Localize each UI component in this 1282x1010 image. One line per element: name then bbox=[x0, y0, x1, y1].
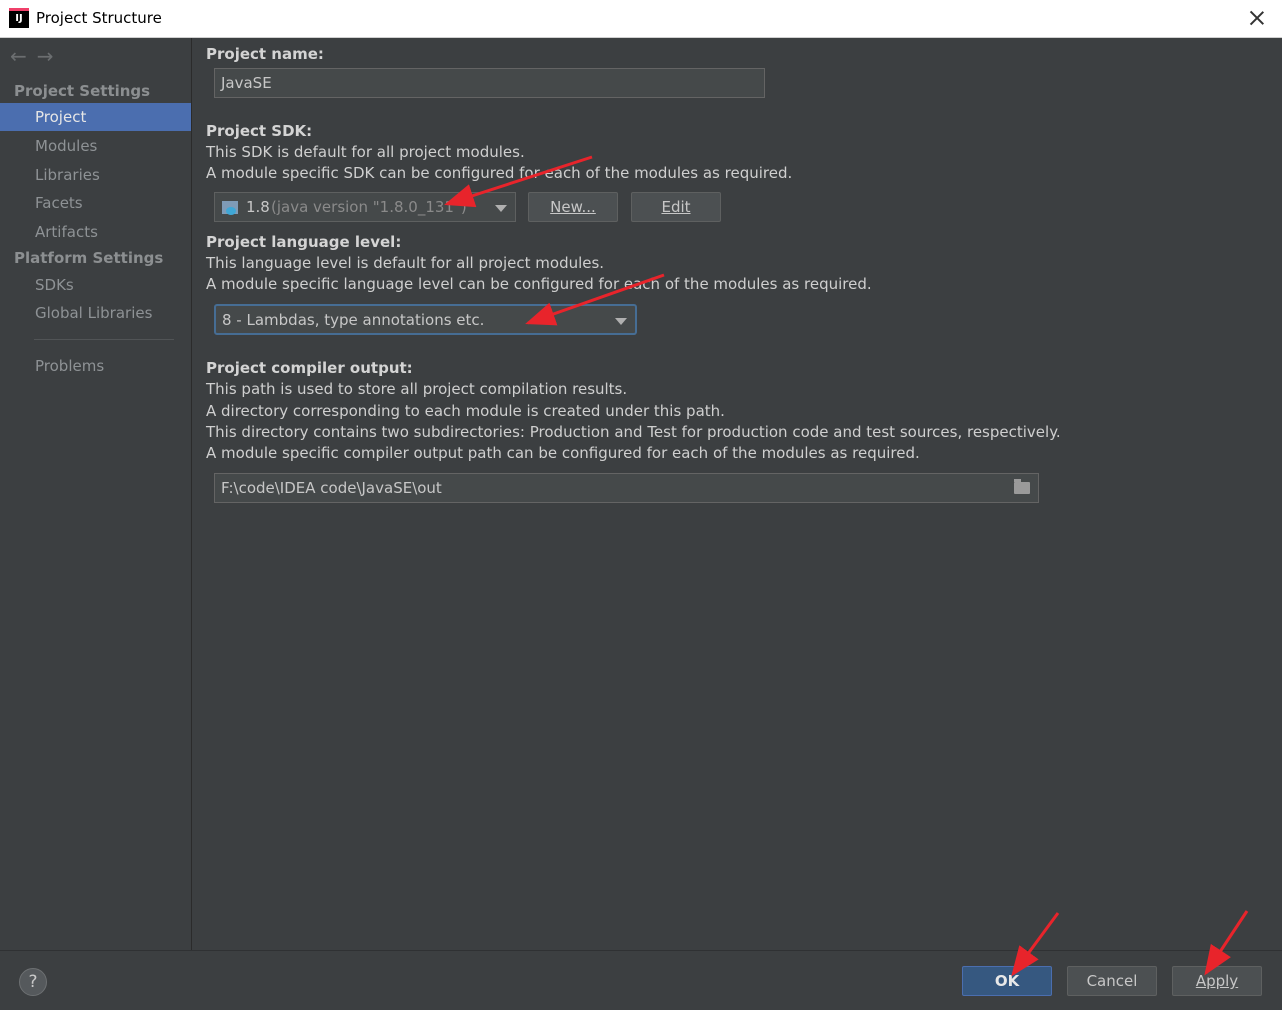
sidebar-item-project[interactable]: Project bbox=[0, 103, 191, 131]
back-arrow-icon[interactable]: ← bbox=[10, 44, 27, 68]
compiler-output-path: F:\code\IDEA code\JavaSE\out bbox=[221, 479, 442, 497]
output-description-1: This path is used to store all project c… bbox=[206, 380, 628, 398]
project-settings-panel: Project name: JavaSE Project SDK: This S… bbox=[193, 38, 1282, 950]
apply-button[interactable]: Apply bbox=[1172, 966, 1262, 996]
sidebar-item-modules[interactable]: Modules bbox=[0, 132, 191, 160]
project-name-input[interactable]: JavaSE bbox=[214, 68, 765, 98]
edit-button-label: Edit bbox=[661, 198, 691, 216]
nav-arrows: ← → bbox=[10, 44, 64, 68]
chevron-down-icon bbox=[615, 318, 627, 325]
sdk-new-button[interactable]: New... bbox=[528, 192, 618, 222]
cancel-button[interactable]: Cancel bbox=[1067, 966, 1157, 996]
chevron-down-icon bbox=[495, 205, 507, 212]
sidebar-item-sdks[interactable]: SDKs bbox=[0, 271, 191, 299]
folder-browse-icon[interactable] bbox=[1014, 479, 1030, 494]
sidebar: ← → Project Settings Project Modules Libr… bbox=[0, 38, 192, 950]
project-name-label: Project name: bbox=[206, 45, 324, 63]
compiler-output-path-input[interactable]: F:\code\IDEA code\JavaSE\out bbox=[214, 473, 1039, 503]
language-level-label: Project language level: bbox=[206, 233, 402, 251]
output-description-4: A module specific compiler output path c… bbox=[206, 444, 920, 462]
intellij-app-icon: IJ bbox=[9, 8, 29, 28]
output-description-2: A directory corresponding to each module… bbox=[206, 402, 725, 420]
output-description-3: This directory contains two subdirectori… bbox=[206, 423, 1061, 441]
language-description-1: This language level is default for all p… bbox=[206, 254, 605, 272]
language-level-dropdown[interactable]: 8 - Lambdas, type annotations etc. bbox=[214, 304, 637, 335]
window-title: Project Structure bbox=[36, 9, 162, 27]
language-description-2: A module specific language level can be … bbox=[206, 275, 872, 293]
sdk-folder-icon bbox=[222, 201, 238, 215]
forward-arrow-icon[interactable]: → bbox=[37, 44, 54, 68]
project-sdk-label: Project SDK: bbox=[206, 122, 313, 140]
sidebar-item-global-libraries[interactable]: Global Libraries bbox=[0, 299, 191, 327]
title-bar: IJ Project Structure bbox=[0, 0, 1282, 38]
sidebar-separator bbox=[34, 339, 174, 340]
sidebar-item-facets[interactable]: Facets bbox=[0, 189, 191, 217]
sdk-version: (java version "1.8.0_131") bbox=[271, 198, 467, 216]
sdk-description-1: This SDK is default for all project modu… bbox=[206, 143, 525, 161]
section-project-settings: Project Settings bbox=[14, 82, 151, 100]
dialog-footer: ? OK Cancel Apply bbox=[0, 950, 1282, 1010]
ok-button[interactable]: OK bbox=[962, 966, 1052, 996]
close-icon[interactable] bbox=[1246, 7, 1268, 29]
section-platform-settings: Platform Settings bbox=[14, 249, 164, 267]
sidebar-item-problems[interactable]: Problems bbox=[0, 352, 191, 380]
compiler-output-label: Project compiler output: bbox=[206, 359, 413, 377]
sdk-dropdown[interactable]: 1.8 (java version "1.8.0_131") bbox=[214, 192, 516, 222]
language-level-value: 8 - Lambdas, type annotations etc. bbox=[222, 311, 485, 329]
new-button-label: New... bbox=[550, 198, 596, 216]
help-icon[interactable]: ? bbox=[19, 968, 47, 996]
apply-button-label: Apply bbox=[1195, 972, 1239, 990]
sidebar-item-libraries[interactable]: Libraries bbox=[0, 161, 191, 189]
sidebar-item-artifacts[interactable]: Artifacts bbox=[0, 218, 191, 246]
sdk-value: 1.8 bbox=[246, 198, 270, 216]
sdk-edit-button[interactable]: Edit bbox=[631, 192, 721, 222]
sdk-description-2: A module specific SDK can be configured … bbox=[206, 164, 793, 182]
